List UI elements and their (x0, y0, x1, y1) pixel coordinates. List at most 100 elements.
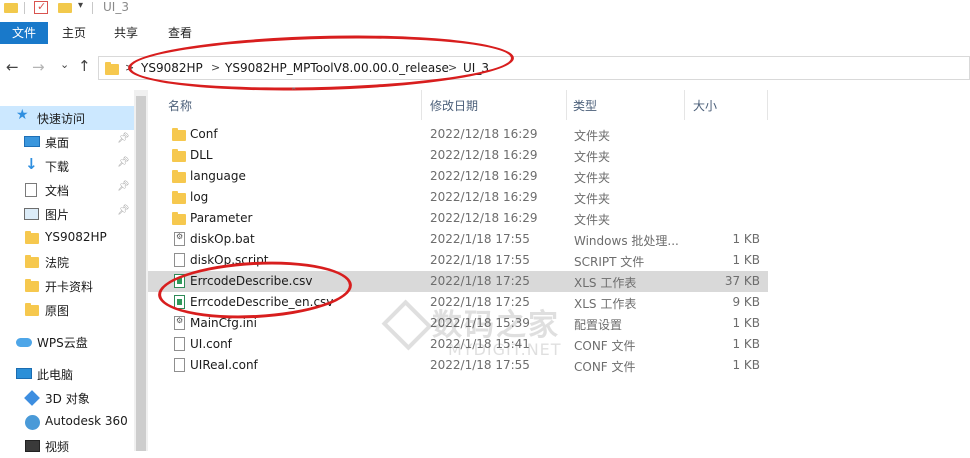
file-name: UIReal.conf (190, 358, 258, 372)
pin-icon[interactable]: 📌︎ (117, 181, 130, 192)
file-row[interactable]: language 2022/12/18 16:29 文件夹 (148, 166, 768, 187)
file-name: Parameter (190, 211, 253, 225)
pin-icon[interactable]: 📌︎ (117, 157, 130, 168)
sidebar-item-pictures[interactable]: 图片 📌︎ (0, 202, 134, 226)
file-type: 文件夹 (574, 129, 611, 143)
file-size: 9 KB (732, 295, 760, 309)
column-header-modified[interactable]: 修改日期 (430, 97, 478, 114)
file-modified: 2022/1/18 17:25 (430, 274, 530, 288)
file-type: Windows 批处理... (574, 234, 679, 248)
pin-icon[interactable]: 📌︎ (117, 205, 130, 216)
sidebar-item-label: 此电脑 (37, 368, 74, 382)
download-icon: ↓ (25, 155, 38, 173)
sidebar-item-court[interactable]: 法院 (0, 250, 134, 274)
sidebar-item-label: 视频 (45, 440, 70, 454)
file-modified: 2022/12/18 16:29 (430, 127, 538, 141)
divider (92, 2, 93, 14)
properties-icon[interactable] (34, 0, 48, 14)
sidebar-item-card-materials[interactable]: 开卡资料 (0, 274, 134, 298)
sidebar-item-label: 快速访问 (37, 112, 86, 126)
tab-view[interactable]: 查看 (158, 22, 202, 44)
column-header-size[interactable]: 大小 (693, 97, 717, 114)
tab-share[interactable]: 共享 (104, 22, 148, 44)
file-size: 37 KB (724, 274, 760, 288)
folder-icon (25, 255, 39, 268)
sidebar-item-3d-objects[interactable]: 3D 对象 (0, 386, 134, 410)
sidebar-item-label: 文档 (45, 184, 70, 198)
watermark-logo-icon (381, 299, 433, 351)
desktop-icon (24, 136, 40, 147)
new-folder-icon[interactable] (58, 3, 72, 13)
file-type: 文件夹 (574, 171, 611, 185)
column-divider[interactable] (421, 90, 422, 120)
folder-icon (172, 191, 186, 204)
navigation-bar: ← → ⌄ ↑ > YS9082HP > YS9082HP_MPToolV8.0… (0, 30, 970, 96)
file-name: language (190, 169, 246, 183)
file-name: DLL (190, 148, 213, 162)
folder-icon (25, 279, 39, 292)
column-divider[interactable] (566, 90, 567, 120)
file-type: SCRIPT 文件 (574, 255, 645, 269)
divider (24, 2, 25, 14)
quick-access-dropdown-icon[interactable]: ▾ (78, 0, 83, 11)
folder-icon (172, 212, 186, 225)
file-row[interactable]: Parameter 2022/12/18 16:29 文件夹 (148, 208, 768, 229)
sidebar-item-videos[interactable]: 视频 (0, 434, 134, 458)
window-title: UI_3 (103, 0, 129, 14)
sidebar-item-wps-cloud[interactable]: WPS云盘 (0, 330, 134, 354)
tab-home[interactable]: 主页 (52, 22, 96, 44)
sidebar-item-label: Autodesk 360 (45, 414, 128, 428)
watermark-url: MYDIGIT.NET (448, 340, 562, 359)
sidebar-scrollbar-thumb[interactable] (136, 96, 146, 451)
file-list: ⌃ 名称 修改日期 类型 大小 Conf 2022/12/18 16:29 文件… (148, 87, 970, 451)
column-header-type[interactable]: 类型 (573, 97, 597, 114)
recent-locations-button[interactable]: ⌄ (60, 58, 69, 71)
file-icon (174, 337, 185, 351)
pictures-icon (24, 208, 39, 220)
sidebar-item-downloads[interactable]: ↓ 下载 📌︎ (0, 154, 134, 178)
file-name: Conf (190, 127, 218, 141)
file-row[interactable]: Conf 2022/12/18 16:29 文件夹 (148, 124, 768, 145)
folder-icon (172, 170, 186, 183)
file-row[interactable]: DLL 2022/12/18 16:29 文件夹 (148, 145, 768, 166)
watermark-text: 数码之家 (432, 308, 560, 343)
file-modified: 2022/1/18 17:55 (430, 232, 530, 246)
sidebar-item-original-images[interactable]: 原图 (0, 298, 134, 322)
batch-file-icon (174, 232, 185, 246)
up-button[interactable]: ↑ (78, 57, 91, 75)
file-modified: 2022/12/18 16:29 (430, 148, 538, 162)
file-icon (174, 358, 185, 372)
file-modified: 2022/1/18 17:55 (430, 253, 530, 267)
ribbon-tabs: 文件 主页 共享 查看 (0, 22, 970, 44)
file-name: log (190, 190, 209, 204)
star-icon: ★ (16, 107, 29, 123)
sidebar-item-label: 3D 对象 (45, 392, 90, 406)
column-header-name[interactable]: 名称 (168, 97, 192, 114)
tab-file[interactable]: 文件 (0, 22, 48, 44)
file-modified: 2022/12/18 16:29 (430, 190, 538, 204)
file-row[interactable]: log 2022/12/18 16:29 文件夹 (148, 187, 768, 208)
sidebar-item-this-pc[interactable]: 此电脑 (0, 362, 134, 386)
pin-icon[interactable]: 📌︎ (117, 133, 130, 144)
back-button[interactable]: ← (6, 58, 19, 76)
file-size: 1 KB (732, 337, 760, 351)
sidebar-item-desktop[interactable]: 桌面 📌︎ (0, 130, 134, 154)
folder-icon (105, 62, 119, 75)
file-name: UI.conf (190, 337, 232, 351)
file-type: 文件夹 (574, 150, 611, 164)
column-divider[interactable] (767, 90, 768, 120)
file-icon (174, 253, 185, 267)
sidebar-item-autodesk-360[interactable]: Autodesk 360 (0, 410, 134, 434)
file-row[interactable]: diskOp.bat 2022/1/18 17:55 Windows 批处理..… (148, 229, 768, 250)
sidebar-item-label: 图片 (45, 208, 70, 222)
sidebar-item-quick-access[interactable]: ★ 快速访问 (0, 106, 134, 130)
watermark: 数码之家 MYDIGIT.NET (381, 299, 588, 370)
folder-icon (25, 303, 39, 316)
sidebar-item-label: 开卡资料 (45, 280, 94, 294)
sidebar-item-label: 原图 (45, 304, 70, 318)
file-modified: 2022/12/18 16:29 (430, 169, 538, 183)
forward-button[interactable]: → (32, 58, 45, 76)
sidebar-item-documents[interactable]: 文档 📌︎ (0, 178, 134, 202)
sidebar-item-ys9082hp[interactable]: YS9082HP (0, 226, 134, 250)
column-divider[interactable] (684, 90, 685, 120)
